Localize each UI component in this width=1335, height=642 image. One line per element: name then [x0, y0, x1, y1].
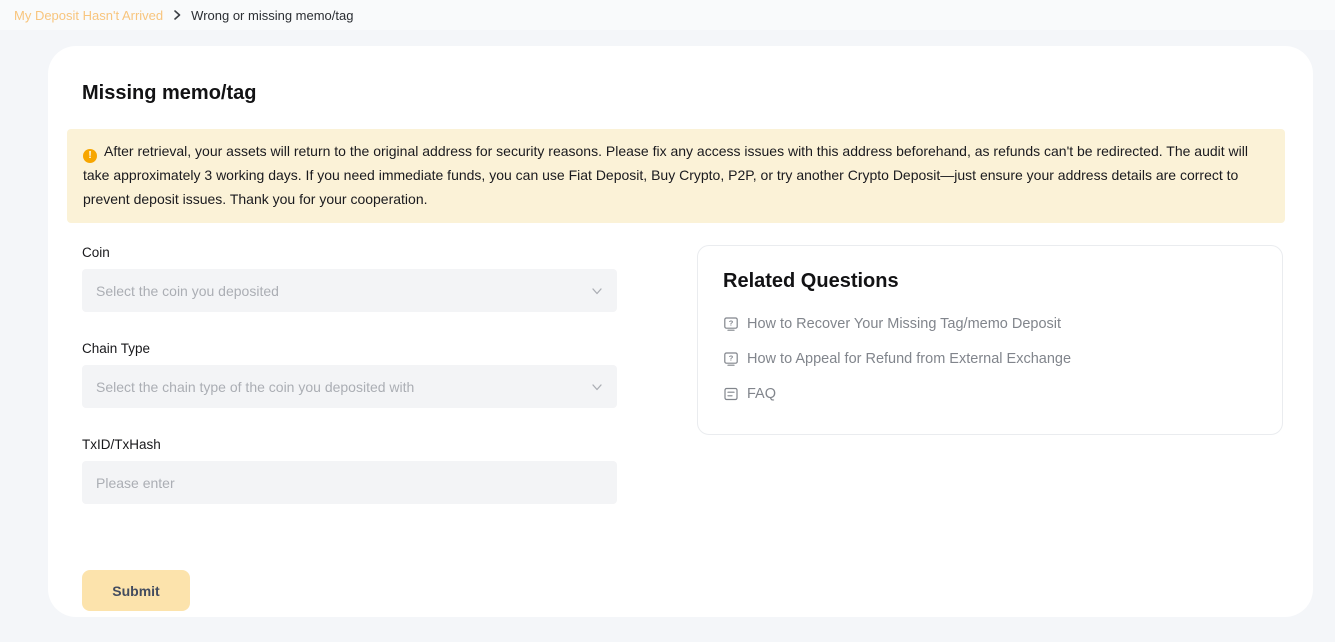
coin-label: Coin: [82, 245, 617, 260]
related-questions-list: ? How to Recover Your Missing Tag/memo D…: [723, 316, 1258, 402]
chevron-down-icon: [591, 381, 603, 393]
related-questions-panel: Related Questions ? How to Recover Your …: [697, 245, 1283, 435]
help-doc-icon: ?: [723, 316, 739, 332]
breadcrumb: My Deposit Hasn't Arrived Wrong or missi…: [0, 0, 1335, 30]
chain-type-select[interactable]: Select the chain type of the coin you de…: [82, 365, 617, 408]
txid-field-group: TxID/TxHash: [82, 437, 617, 504]
content-columns: Coin Select the coin you deposited Chain…: [82, 245, 1285, 611]
svg-text:?: ?: [729, 354, 734, 363]
faq-icon: [723, 386, 739, 402]
deposit-form: Coin Select the coin you deposited Chain…: [82, 245, 617, 611]
chain-type-label: Chain Type: [82, 341, 617, 356]
main-card: Missing memo/tag !After retrieval, your …: [48, 46, 1313, 617]
submit-button[interactable]: Submit: [82, 570, 190, 611]
page-title: Missing memo/tag: [82, 80, 1285, 106]
warning-icon: !: [83, 149, 97, 163]
coin-field-group: Coin Select the coin you deposited: [82, 245, 617, 312]
breadcrumb-current: Wrong or missing memo/tag: [191, 8, 353, 23]
related-question-label: How to Recover Your Missing Tag/memo Dep…: [747, 316, 1061, 332]
related-question-label: FAQ: [747, 386, 776, 402]
help-doc-icon: ?: [723, 351, 739, 367]
related-question-label: How to Appeal for Refund from External E…: [747, 351, 1071, 367]
related-question-link[interactable]: ? How to Recover Your Missing Tag/memo D…: [723, 316, 1258, 332]
chain-type-select-placeholder: Select the chain type of the coin you de…: [96, 379, 414, 395]
svg-text:?: ?: [729, 319, 734, 328]
related-question-link[interactable]: FAQ: [723, 386, 1258, 402]
related-questions-title: Related Questions: [723, 268, 1258, 294]
related-question-link[interactable]: ? How to Appeal for Refund from External…: [723, 351, 1258, 367]
chain-type-field-group: Chain Type Select the chain type of the …: [82, 341, 617, 408]
chevron-right-icon: [172, 10, 182, 20]
notice-text: After retrieval, your assets will return…: [83, 143, 1248, 207]
coin-select[interactable]: Select the coin you deposited: [82, 269, 617, 312]
txid-label: TxID/TxHash: [82, 437, 617, 452]
notice-banner: !After retrieval, your assets will retur…: [67, 129, 1285, 223]
txid-input[interactable]: [82, 461, 617, 504]
breadcrumb-parent-link[interactable]: My Deposit Hasn't Arrived: [14, 8, 163, 23]
chevron-down-icon: [591, 285, 603, 297]
coin-select-placeholder: Select the coin you deposited: [96, 283, 279, 299]
